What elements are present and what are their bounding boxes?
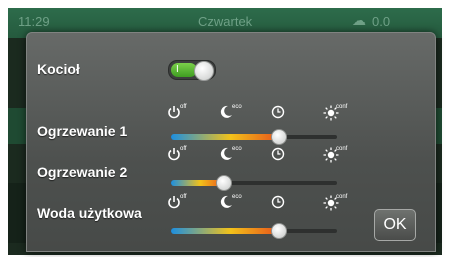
mode-superscript: off xyxy=(180,146,187,152)
boiler-toggle[interactable]: I xyxy=(168,60,216,81)
mode-superscript: eco xyxy=(232,146,242,152)
heating-1-label: Ogrzewanie 1 xyxy=(37,123,128,139)
ok-button[interactable]: OK xyxy=(374,209,416,241)
slider-thumb[interactable] xyxy=(216,175,232,191)
power-icon[interactable]: off xyxy=(167,104,193,125)
sun-icon[interactable]: conf xyxy=(323,194,349,215)
slider-fill xyxy=(171,228,279,234)
mode-superscript: conf xyxy=(336,104,348,110)
mode-superscript: conf xyxy=(336,146,348,152)
status-time: 11:29 xyxy=(18,14,50,29)
cloud-sun-icon: ☁ xyxy=(352,12,366,28)
heating-2-label: Ogrzewanie 2 xyxy=(37,164,128,180)
slider-thumb[interactable] xyxy=(271,223,287,239)
status-temperature: 0.0 xyxy=(372,14,391,29)
heating-1-slider[interactable] xyxy=(171,129,337,145)
mode-superscript: off xyxy=(180,194,187,200)
heating-dialog: Kocioł I Ogrzewanie 1 Ogrzewanie 2 Woda … xyxy=(26,32,436,252)
heating-2-modes: off eco conf xyxy=(167,146,367,167)
slider-fill xyxy=(171,134,279,140)
mode-superscript: eco xyxy=(232,194,242,200)
hot-water-slider[interactable] xyxy=(171,223,337,239)
hot-water-modes: off eco conf xyxy=(167,194,367,215)
clock-icon[interactable] xyxy=(271,147,297,167)
moon-icon[interactable]: eco xyxy=(219,104,245,125)
moon-icon[interactable]: eco xyxy=(219,146,245,167)
power-icon[interactable]: off xyxy=(167,146,193,167)
heating-1-modes: off eco conf xyxy=(167,104,367,125)
heating-2-slider[interactable] xyxy=(171,175,337,191)
toggle-knob[interactable] xyxy=(194,61,214,81)
slider-thumb[interactable] xyxy=(271,129,287,145)
mode-superscript: eco xyxy=(232,104,242,110)
power-icon[interactable]: off xyxy=(167,194,193,215)
clock-icon[interactable] xyxy=(271,105,297,125)
moon-icon[interactable]: eco xyxy=(219,194,245,215)
status-day: Czwartek xyxy=(198,14,253,29)
hot-water-label: Woda użytkowa xyxy=(37,205,142,221)
sun-icon[interactable]: conf xyxy=(323,146,349,167)
boiler-label: Kocioł xyxy=(37,61,80,77)
mode-superscript: conf xyxy=(336,194,348,200)
mode-superscript: off xyxy=(180,104,187,110)
sun-icon[interactable]: conf xyxy=(323,104,349,125)
clock-icon[interactable] xyxy=(271,195,297,215)
